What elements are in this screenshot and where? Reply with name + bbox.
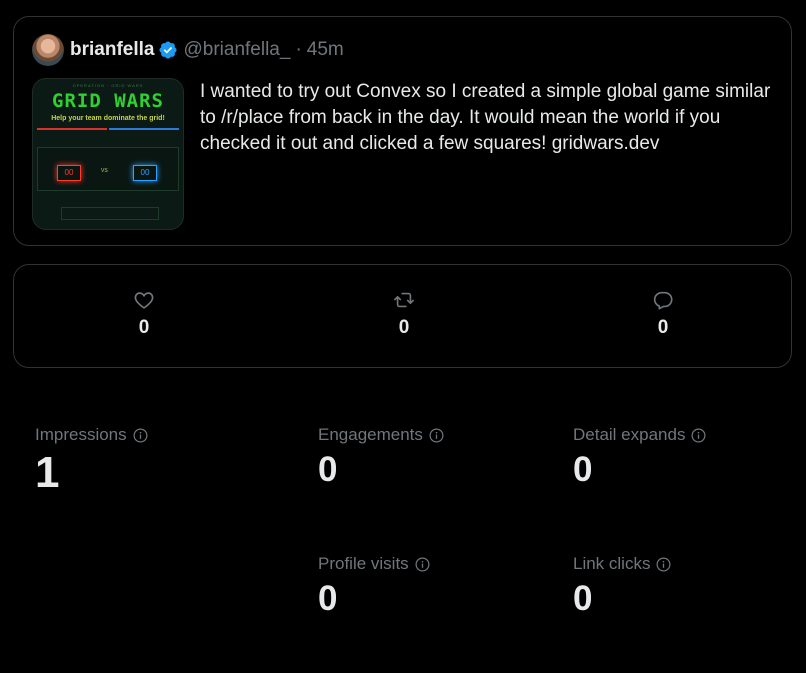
tweet-media-image[interactable]: OPERATION · GRID WARS GRID WARS Help you… bbox=[32, 78, 184, 230]
media-red-bar bbox=[37, 128, 107, 130]
tweet-text: I wanted to try out Convex so I created … bbox=[200, 81, 771, 154]
detail-expands-value: 0 bbox=[573, 450, 593, 489]
info-icon[interactable] bbox=[656, 557, 671, 572]
impressions-label: Impressions bbox=[35, 425, 127, 444]
detail-expands-label: Detail expands bbox=[573, 425, 686, 444]
like-count: 0 bbox=[138, 317, 150, 338]
metric-impressions: Impressions 1 bbox=[35, 424, 148, 498]
reply-count: 0 bbox=[657, 317, 669, 338]
profile-visits-label: Profile visits bbox=[318, 554, 409, 573]
heart-icon bbox=[134, 292, 154, 309]
media-subtitle: Help your team dominate the grid! bbox=[51, 115, 165, 122]
engagements-value: 0 bbox=[318, 450, 338, 489]
avatar[interactable] bbox=[32, 34, 64, 66]
media-team-buttons bbox=[61, 207, 159, 220]
metric-link-clicks: Link clicks 0 bbox=[573, 553, 671, 619]
media-title: GRID WARS bbox=[52, 90, 164, 112]
reply-icon bbox=[653, 291, 673, 310]
reply-stat[interactable]: 0 bbox=[633, 289, 693, 339]
profile-visits-value: 0 bbox=[318, 579, 338, 618]
media-top-text: OPERATION · GRID WARS bbox=[72, 83, 144, 88]
link-clicks-label: Link clicks bbox=[573, 554, 651, 573]
engagement-stats-card: 0 0 0 bbox=[13, 264, 792, 368]
tweet-card[interactable]: brianfella @brianfella_ · 45m OPERATION … bbox=[13, 16, 792, 246]
info-icon[interactable] bbox=[133, 428, 148, 443]
info-icon[interactable] bbox=[415, 557, 430, 572]
like-stat[interactable]: 0 bbox=[114, 289, 174, 339]
impressions-value: 1 bbox=[35, 448, 60, 497]
verified-badge-icon bbox=[159, 41, 178, 59]
link-clicks-value: 0 bbox=[573, 579, 593, 618]
metric-detail-expands: Detail expands 0 bbox=[573, 424, 706, 490]
retweet-stat[interactable]: 0 bbox=[374, 289, 434, 339]
separator-dot: · bbox=[295, 39, 302, 60]
retweet-icon bbox=[394, 292, 414, 308]
engagements-label: Engagements bbox=[318, 425, 423, 444]
handle[interactable]: @brianfella_ bbox=[183, 39, 290, 61]
metric-profile-visits: Profile visits 0 bbox=[318, 553, 430, 619]
display-name[interactable]: brianfella bbox=[70, 39, 154, 61]
media-red-score: 00 bbox=[57, 165, 81, 181]
info-icon[interactable] bbox=[691, 428, 706, 443]
media-blue-score: 00 bbox=[133, 165, 157, 181]
media-blue-bar bbox=[109, 128, 179, 130]
tweet-header: brianfella @brianfella_ · 45m bbox=[32, 34, 344, 66]
media-vs: VS bbox=[101, 168, 108, 174]
metric-engagements: Engagements 0 bbox=[318, 424, 444, 490]
timestamp[interactable]: 45m bbox=[307, 39, 344, 61]
info-icon[interactable] bbox=[429, 428, 444, 443]
retweet-count: 0 bbox=[398, 317, 410, 338]
